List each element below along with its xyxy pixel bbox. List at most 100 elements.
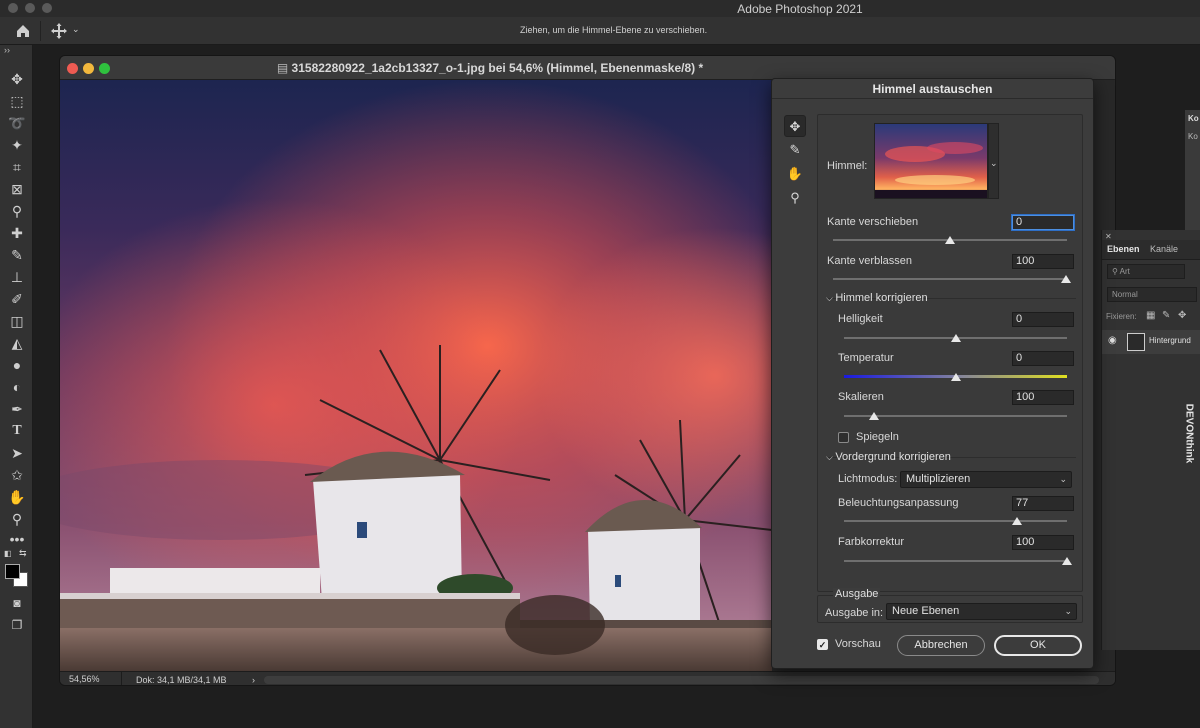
shape-tool-icon[interactable]: ✩: [6, 465, 28, 485]
output-value: Neue Ebenen: [892, 605, 960, 617]
output-header: Ausgabe: [833, 588, 881, 600]
status-menu-arrow-icon[interactable]: ›: [252, 673, 255, 685]
chevron-down-icon: ⌵: [826, 293, 836, 303]
foreground-adjust-header[interactable]: ⌵ Vordergrund korrigieren: [826, 451, 951, 463]
options-divider: [40, 21, 41, 41]
options-bar: ⌄ Ziehen, um die Himmel-Ebene zu verschi…: [0, 17, 1200, 45]
tab-channels[interactable]: Kanäle: [1150, 244, 1178, 254]
lock-transparent-icon[interactable]: ▦: [1146, 310, 1155, 321]
brightness-label: Helligkeit: [838, 313, 883, 325]
layer-row[interactable]: ◉ Hintergrund: [1102, 330, 1200, 354]
sky-preset-dropdown[interactable]: ⌄: [988, 123, 999, 199]
path-select-tool-icon[interactable]: ➤: [6, 443, 28, 463]
edge-fade-thumb[interactable]: [1061, 275, 1071, 283]
scale-thumb[interactable]: [869, 412, 879, 420]
status-bar: 54,56% Dok: 34,1 MB/34,1 MB ›: [60, 671, 1115, 685]
lighting-mode-select[interactable]: Multiplizieren ⌄: [900, 471, 1072, 488]
brightness-input[interactable]: 0: [1012, 312, 1074, 327]
blend-mode-select[interactable]: Normal: [1107, 287, 1197, 302]
color-adjust-thumb[interactable]: [1062, 557, 1072, 565]
tools-panel: ›› ✥ ⬚ ➰ ✦ ⌗ ⊠ ⚲ ✚ ✎ ⊥ ✐ ◫ ◭ ● ◐ ✒ T ➤ ✩…: [0, 45, 33, 728]
lasso-tool-icon[interactable]: ➰: [6, 113, 28, 133]
sky-adjust-header[interactable]: ⌵ Himmel korrigieren: [826, 292, 928, 304]
type-tool-icon[interactable]: T: [6, 421, 28, 441]
flip-checkbox[interactable]: [838, 432, 849, 443]
doc-size: Dok: 34,1 MB/34,1 MB: [136, 675, 227, 685]
document-file-icon: ▤: [276, 61, 292, 75]
zoom-tool-icon[interactable]: ⚲: [6, 509, 28, 529]
history-brush-tool-icon[interactable]: ✐: [6, 289, 28, 309]
edge-shift-thumb[interactable]: [945, 236, 955, 244]
edge-fade-input[interactable]: 100: [1012, 254, 1074, 269]
edge-shift-input[interactable]: 0: [1012, 215, 1074, 230]
color-adjust-label: Farbkorrektur: [838, 536, 905, 548]
horizontal-scrollbar[interactable]: [264, 676, 1099, 684]
stamp-tool-icon[interactable]: ⊥: [6, 267, 28, 287]
lighting-adjust-input[interactable]: 77: [1012, 496, 1074, 511]
pen-tool-icon[interactable]: ✒: [6, 399, 28, 419]
chevron-down-icon[interactable]: ⌄: [72, 24, 80, 35]
hand-tool-icon[interactable]: ✋: [6, 487, 28, 507]
lock-label: Fixieren:: [1106, 312, 1137, 321]
sky-brush-tool-icon[interactable]: ✎: [784, 139, 806, 161]
scale-label: Skalieren: [838, 391, 884, 403]
marquee-tool-icon[interactable]: ⬚: [6, 91, 28, 111]
screen-mode-icon[interactable]: ❐: [6, 615, 28, 635]
paint-bucket-tool-icon[interactable]: ◭: [6, 333, 28, 353]
brush-tool-icon[interactable]: ✎: [6, 245, 28, 265]
crop-tool-icon[interactable]: ⌗: [6, 157, 28, 177]
devonthink-tab[interactable]: DEVONthink: [1178, 392, 1200, 482]
layer-name[interactable]: Hintergrund: [1149, 336, 1191, 345]
output-label: Ausgabe in:: [825, 607, 884, 619]
temperature-thumb[interactable]: [951, 373, 961, 381]
preview-checkbox[interactable]: ✓: [817, 639, 828, 650]
more-tools-icon[interactable]: •••: [6, 529, 28, 549]
flip-label: Spiegeln: [856, 431, 899, 443]
hand-tool-icon[interactable]: ✋: [784, 163, 806, 185]
temperature-input[interactable]: 0: [1012, 351, 1074, 366]
blur-tool-icon[interactable]: ●: [6, 355, 28, 375]
eyedropper-tool-icon[interactable]: ⚲: [6, 201, 28, 221]
sky-adjust-header-text: Himmel korrigieren: [835, 292, 928, 304]
layers-tabs: Ebenen Kanäle: [1102, 240, 1200, 260]
cancel-button[interactable]: Abbrechen: [897, 635, 985, 656]
quick-mask-icon[interactable]: ◙: [6, 593, 28, 613]
image-canvas[interactable]: [60, 80, 772, 671]
edge-shift-label: Kante verschieben: [827, 216, 919, 228]
lock-brush-icon[interactable]: ✎: [1162, 310, 1170, 321]
collapse-icon[interactable]: ››: [4, 45, 10, 55]
ok-button[interactable]: OK: [994, 635, 1082, 656]
scale-input[interactable]: 100: [1012, 390, 1074, 405]
layer-filter-placeholder: Art: [1119, 267, 1130, 276]
healing-brush-tool-icon[interactable]: ✚: [6, 223, 28, 243]
chevron-down-icon: ⌵: [826, 452, 836, 462]
lighting-adjust-slider[interactable]: [844, 520, 1067, 522]
output-select[interactable]: Neue Ebenen ⌄: [886, 603, 1077, 620]
swap-colors-icon[interactable]: ⇆: [19, 548, 27, 559]
home-icon[interactable]: [14, 22, 32, 40]
brightness-thumb[interactable]: [951, 334, 961, 342]
lock-position-icon[interactable]: ✥: [1178, 310, 1186, 321]
color-adjust-input[interactable]: 100: [1012, 535, 1074, 550]
layer-filter[interactable]: ⚲ Art: [1107, 264, 1185, 279]
move-tool-icon[interactable]: ✥: [6, 69, 28, 89]
sky-preset-thumbnail[interactable]: [874, 123, 988, 199]
default-colors-icon[interactable]: ◧: [4, 549, 12, 558]
dodge-tool-icon[interactable]: ◐: [6, 377, 28, 397]
edge-fade-slider[interactable]: [833, 278, 1067, 280]
document-title: ▤ 31582280922_1a2cb13327_o-1.jpg bei 54,…: [60, 61, 920, 75]
move-tool-icon[interactable]: [50, 22, 68, 40]
sky-move-tool-icon[interactable]: ✥: [784, 115, 806, 137]
frame-tool-icon[interactable]: ⊠: [6, 179, 28, 199]
lighting-adjust-thumb[interactable]: [1012, 517, 1022, 525]
visibility-eye-icon[interactable]: ◉: [1108, 335, 1117, 346]
eraser-tool-icon[interactable]: ◫: [6, 311, 28, 331]
zoom-level[interactable]: 54,56%: [60, 672, 122, 685]
dialog-tools: ✥ ✎ ✋ ⚲: [784, 115, 808, 215]
magic-wand-tool-icon[interactable]: ✦: [6, 135, 28, 155]
color-adjust-slider[interactable]: [844, 560, 1067, 562]
tab-layers[interactable]: Ebenen: [1107, 244, 1140, 254]
sky-replacement-dialog: Himmel austauschen ✥ ✎ ✋ ⚲ Himmel: ⌄ Kan…: [771, 78, 1094, 669]
zoom-tool-icon[interactable]: ⚲: [784, 187, 806, 209]
foreground-color-swatch[interactable]: [5, 564, 20, 579]
